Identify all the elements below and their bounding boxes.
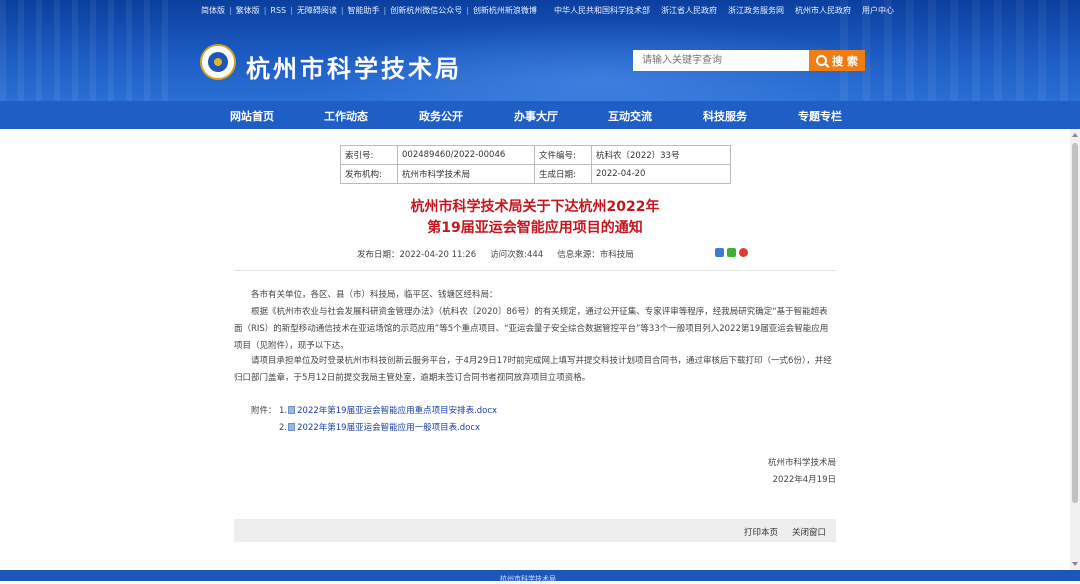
site-logo-icon[interactable] bbox=[200, 44, 236, 80]
top-link-accessibility[interactable]: 无障碍阅读 bbox=[297, 5, 337, 16]
date-value: 2022-04-20 bbox=[591, 164, 731, 184]
share-buttons bbox=[715, 248, 748, 257]
index-value: 002489460/2022-00046 bbox=[397, 145, 535, 165]
attachment-link-1[interactable]: 1. 2022年第19届亚运会智能应用重点项目安排表.docx bbox=[279, 404, 497, 416]
top-links-left: 简体版 | 繁体版 | RSS | 无障碍阅读 | 智能助手 | 创新杭州微信公众号 | 创新杭州新浪微… bbox=[201, 5, 537, 16]
top-link-hangzhou-gov[interactable]: 杭州市人民政府 bbox=[795, 5, 851, 16]
top-link-assistant[interactable]: 智能助手 bbox=[348, 5, 380, 16]
attachment-name[interactable]: 2022年第19届亚运会智能应用重点项目安排表.docx bbox=[297, 406, 497, 416]
body-paragraph-1: 根据《杭州市农业与社会发展科研资金管理办法》（杭科农〔2020〕86号）的有关规… bbox=[234, 307, 829, 351]
header-banner: 简体版 | 繁体版 | RSS | 无障碍阅读 | 智能助手 | 创新杭州微信公众号 | 创新杭州新浪微… bbox=[0, 0, 1080, 101]
greeting-paragraph: 各市有关单位，各区、县（市）科技局，临平区、钱塘区经科局： bbox=[251, 290, 498, 300]
search-button[interactable]: 搜 索 bbox=[809, 50, 865, 71]
signature-date: 2022年4月19日 bbox=[772, 475, 836, 485]
top-links-right: 中华人民共和国科学技术部 浙江省人民政府 浙江政务服务网 杭州市人民政府 用户中心 bbox=[554, 5, 905, 16]
top-link-traditional[interactable]: 繁体版 bbox=[236, 5, 260, 16]
article-title-line1: 杭州市科学技术局关于下达杭州2022年 bbox=[410, 199, 660, 215]
nav-work-news[interactable]: 工作动态 bbox=[324, 108, 368, 124]
share-plus-icon[interactable] bbox=[715, 248, 724, 257]
nav-interaction[interactable]: 互动交流 bbox=[608, 108, 652, 124]
top-link-user-center[interactable]: 用户中心 bbox=[862, 5, 894, 16]
top-link-rss[interactable]: RSS bbox=[270, 6, 286, 15]
article-area: 索引号: 002489460/2022-00046 文件编号: 杭科农〔2022… bbox=[0, 129, 1070, 570]
publish-date: 发布日期：2022-04-20 11:26 bbox=[357, 250, 477, 260]
org-label: 发布机构: bbox=[340, 164, 398, 184]
site-name[interactable]: 杭州市科学技术局 bbox=[246, 49, 462, 84]
scrollbar-thumb[interactable] bbox=[1072, 143, 1078, 503]
attachment-link-2[interactable]: 2. 2022年第19届亚运会智能应用一般项目表.docx bbox=[279, 421, 480, 433]
top-link-weibo[interactable]: 创新杭州新浪微博 bbox=[473, 5, 537, 16]
index-label: 索引号: bbox=[340, 145, 398, 165]
top-link-simplified[interactable]: 简体版 bbox=[201, 5, 225, 16]
attachment-num: 1. bbox=[279, 406, 288, 416]
banner-decoration-left bbox=[0, 0, 180, 101]
signature-org: 杭州市科学技术局 bbox=[767, 458, 836, 468]
top-link-zhejiang-service[interactable]: 浙江政务服务网 bbox=[728, 5, 784, 16]
scroll-up-icon[interactable] bbox=[1072, 133, 1078, 137]
attachment-name[interactable]: 2022年第19届亚运会智能应用一般项目表.docx bbox=[297, 423, 480, 433]
docnum-value: 杭科农〔2022〕33号 bbox=[591, 145, 731, 165]
main-nav: 网站首页 工作动态 政务公开 办事大厅 互动交流 科技服务 专题专栏 bbox=[0, 101, 1080, 129]
view-count: 访问次数:444 bbox=[490, 250, 544, 260]
divider bbox=[234, 270, 836, 271]
print-page-link[interactable]: 打印本页 bbox=[744, 526, 778, 538]
document-meta-table: 索引号: 002489460/2022-00046 文件编号: 杭科农〔2022… bbox=[340, 145, 731, 184]
nav-home[interactable]: 网站首页 bbox=[230, 108, 274, 124]
date-label: 生成日期: bbox=[534, 164, 592, 184]
attachment-label: 附件： bbox=[251, 406, 277, 416]
search-button-label: 搜 索 bbox=[832, 54, 858, 68]
search-icon bbox=[816, 55, 828, 66]
docx-file-icon bbox=[288, 423, 296, 431]
top-link-most[interactable]: 中华人民共和国科学技术部 bbox=[554, 5, 650, 16]
vertical-scrollbar[interactable] bbox=[1070, 129, 1080, 570]
nav-tech-service[interactable]: 科技服务 bbox=[703, 108, 747, 124]
close-window-link[interactable]: 关闭窗口 bbox=[792, 526, 826, 538]
nav-gov-affairs[interactable]: 政务公开 bbox=[419, 108, 463, 124]
footer-text: 杭州市科学技术局 bbox=[500, 575, 556, 583]
site-footer: 杭州市科学技术局 bbox=[0, 570, 1080, 583]
nav-special-topics[interactable]: 专题专栏 bbox=[798, 108, 842, 124]
article-info: 发布日期：2022-04-20 11:26 访问次数:444 信息来源：市科技局 bbox=[357, 248, 648, 260]
org-value: 杭州市科学技术局 bbox=[397, 164, 535, 184]
top-link-wechat[interactable]: 创新杭州微信公众号 bbox=[390, 5, 462, 16]
top-link-zhejiang-gov[interactable]: 浙江省人民政府 bbox=[661, 5, 717, 16]
attachment-num: 2. bbox=[279, 423, 288, 433]
body-paragraph-2: 请项目承担单位及时登录杭州市科技创新云服务平台，于4月29日17时前完成网上填写… bbox=[234, 356, 832, 383]
scroll-down-icon[interactable] bbox=[1072, 562, 1078, 566]
nav-service-hall[interactable]: 办事大厅 bbox=[514, 108, 558, 124]
share-weibo-icon[interactable] bbox=[739, 248, 748, 257]
share-wechat-icon[interactable] bbox=[727, 248, 736, 257]
article-title: 杭州市科学技术局关于下达杭州2022年 第19届亚运会智能应用项目的通知 bbox=[234, 197, 836, 239]
article-title-line2: 第19届亚运会智能应用项目的通知 bbox=[427, 220, 643, 236]
docnum-label: 文件编号: bbox=[534, 145, 592, 165]
search-input[interactable] bbox=[633, 50, 809, 71]
info-source: 信息来源：市科技局 bbox=[557, 250, 634, 260]
docx-file-icon bbox=[288, 406, 296, 414]
